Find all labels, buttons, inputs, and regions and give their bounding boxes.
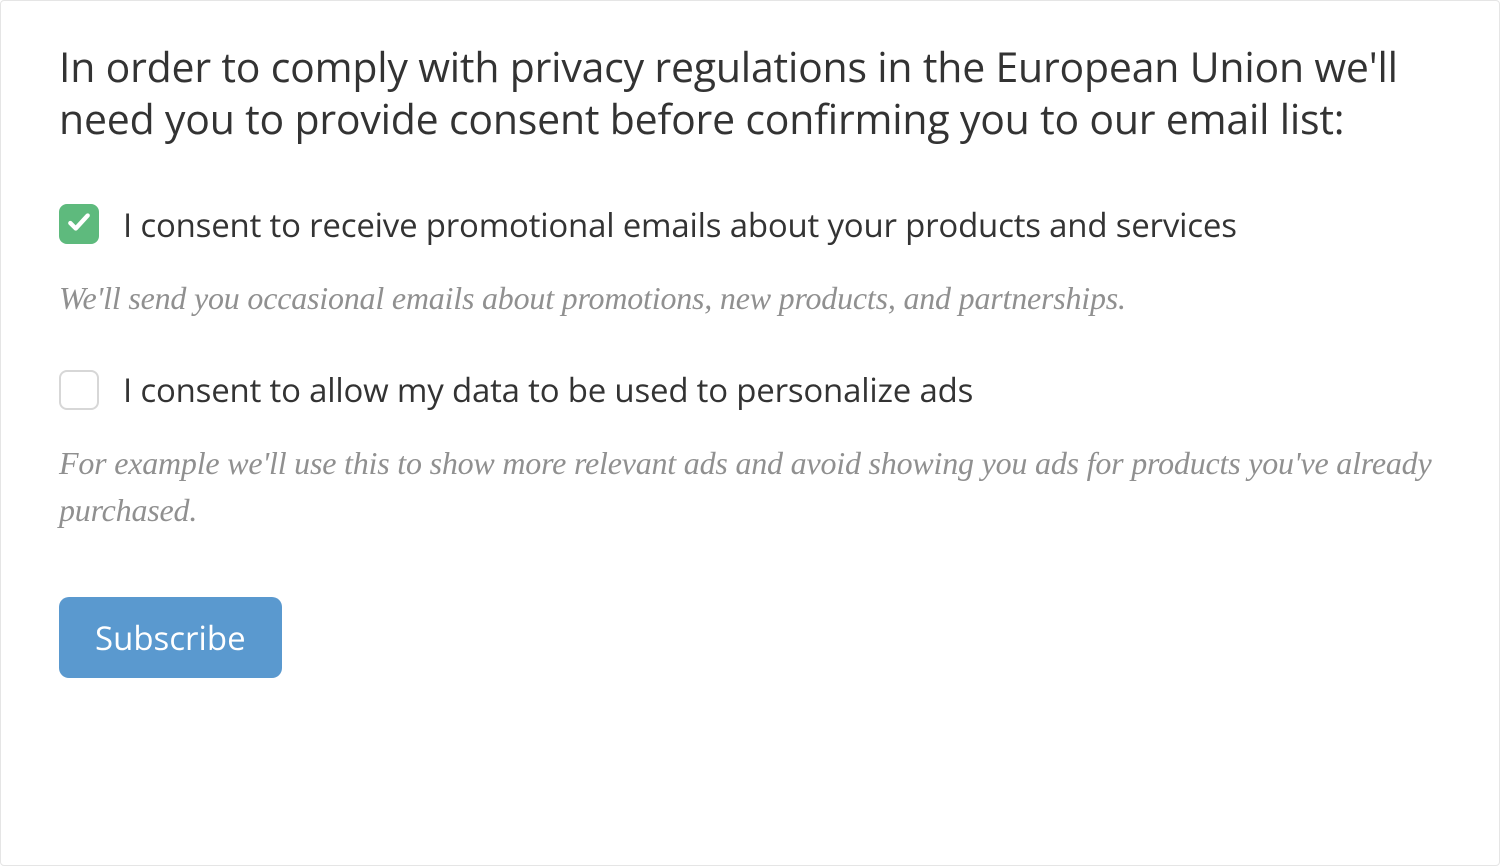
consent-block-personalize: I consent to allow my data to be used to… — [59, 367, 1441, 533]
consent-description-promotional: We'll send you occasional emails about p… — [59, 275, 1441, 321]
consent-row-promotional: I consent to receive promotional emails … — [59, 202, 1441, 247]
consent-label-promotional: I consent to receive promotional emails … — [123, 202, 1237, 247]
consent-heading: In order to comply with privacy regulati… — [59, 41, 1441, 146]
checkbox-promotional[interactable] — [59, 204, 99, 244]
checkbox-personalize[interactable] — [59, 370, 99, 410]
consent-label-personalize: I consent to allow my data to be used to… — [123, 367, 973, 412]
consent-description-personalize: For example we'll use this to show more … — [59, 440, 1441, 533]
check-icon — [66, 209, 92, 240]
subscribe-button[interactable]: Subscribe — [59, 597, 282, 678]
consent-block-promotional: I consent to receive promotional emails … — [59, 202, 1441, 321]
consent-form: In order to comply with privacy regulati… — [0, 0, 1500, 866]
consent-row-personalize: I consent to allow my data to be used to… — [59, 367, 1441, 412]
